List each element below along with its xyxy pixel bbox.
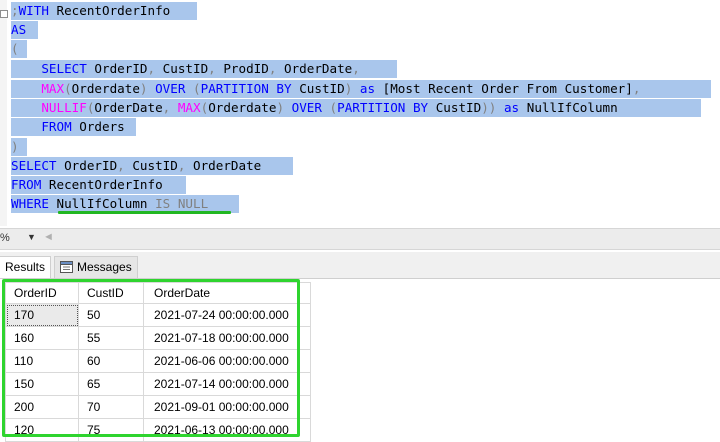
- tab-messages[interactable]: Messages: [54, 256, 138, 278]
- code-token: ): [276, 100, 285, 115]
- code-line[interactable]: ;WITH RecentOrderInfo: [11, 2, 197, 20]
- code-token: RecentOrderInfo: [48, 3, 171, 18]
- code-token: Orderdate: [71, 81, 140, 96]
- zoom-level[interactable]: %: [0, 232, 10, 244]
- scroll-left-icon[interactable]: ◄: [43, 231, 54, 243]
- code-token: CustID: [428, 100, 482, 115]
- code-token: Orders: [71, 119, 125, 134]
- tab-messages-label: Messages: [77, 260, 132, 274]
- editor-gutter: [0, 0, 8, 226]
- code-token: MAX: [170, 100, 201, 115]
- sql-editor[interactable]: ;WITH RecentOrderInfo AS ( SELECT OrderID,…: [0, 0, 720, 226]
- code-token: WITH: [18, 3, 49, 18]
- code-token: PARTITION BY: [200, 81, 292, 96]
- code-token: OVER: [284, 100, 330, 115]
- code-token: CustID: [291, 81, 345, 96]
- code-token: OrderID: [56, 158, 118, 173]
- code-token: FROM: [11, 177, 42, 192]
- selection-highlight: (: [11, 40, 27, 58]
- code-token: (: [193, 81, 201, 96]
- code-token: SELECT: [11, 158, 57, 173]
- tab-results[interactable]: Results: [0, 256, 52, 278]
- code-token: (: [11, 41, 19, 56]
- code-token: ProdID: [215, 61, 269, 76]
- code-token: NullIfColumn: [48, 196, 156, 211]
- code-line[interactable]: (: [11, 40, 27, 58]
- code-line[interactable]: AS: [11, 21, 38, 39]
- code-token: ,: [117, 158, 125, 173]
- code-token: FROM: [11, 119, 72, 134]
- code-token: OrderDate: [276, 61, 353, 76]
- code-token: ,: [632, 81, 641, 96]
- results-tabbar: Results Messages: [0, 252, 720, 279]
- code-token: )): [481, 100, 497, 115]
- code-token: ,: [208, 61, 216, 76]
- selection-highlight: FROM RecentOrderInfo: [11, 176, 186, 194]
- code-token: as: [496, 100, 527, 115]
- code-token: (: [64, 81, 72, 96]
- code-token: as: [352, 81, 383, 96]
- code-token: ): [11, 139, 19, 154]
- code-token: AS: [11, 22, 27, 37]
- selection-highlight: MAX(Orderdate) OVER (PARTITION BY CustID…: [11, 80, 711, 98]
- code-token: ,: [147, 61, 156, 76]
- code-line[interactable]: FROM RecentOrderInfo: [11, 176, 186, 194]
- selection-highlight: AS: [11, 21, 38, 39]
- collapse-icon[interactable]: [0, 10, 8, 18]
- highlight-underline: [58, 211, 231, 214]
- code-line[interactable]: MAX(Orderdate) OVER (PARTITION BY CustID…: [11, 80, 711, 98]
- code-token: OrderID: [86, 61, 148, 76]
- code-token: OrderDate: [185, 158, 262, 173]
- code-token: MAX: [11, 81, 65, 96]
- editor-status-bar: % ▼ ◄: [0, 228, 720, 250]
- code-token: (: [329, 100, 338, 115]
- code-token: IS NULL: [155, 196, 209, 211]
- selection-highlight: SELECT OrderID, CustID, OrderDate: [11, 157, 293, 175]
- selection-highlight: ;WITH RecentOrderInfo: [11, 2, 197, 20]
- code-token: ;: [11, 3, 19, 18]
- code-line[interactable]: SELECT OrderID, CustID, OrderDate: [11, 157, 293, 175]
- selection-highlight: SELECT OrderID, CustID, ProdID, OrderDat…: [11, 60, 397, 78]
- code-line[interactable]: FROM Orders: [11, 118, 136, 136]
- chevron-down-icon[interactable]: ▼: [27, 232, 36, 242]
- code-token: ): [139, 81, 148, 96]
- code-token: CustID: [124, 158, 178, 173]
- code-token: NullIfColumn: [526, 100, 618, 115]
- code-token: OrderDate: [94, 100, 163, 115]
- selection-highlight: ): [11, 138, 27, 156]
- selection-highlight: FROM Orders: [11, 118, 136, 136]
- code-token: ,: [352, 61, 360, 76]
- code-token: SELECT: [11, 61, 87, 76]
- messages-icon: [60, 261, 73, 273]
- code-line[interactable]: SELECT OrderID, CustID, ProdID, OrderDat…: [11, 60, 397, 78]
- code-token: RecentOrderInfo: [41, 177, 163, 192]
- code-token: WHERE: [11, 196, 49, 211]
- code-token: [Most Recent Order From Customer]: [382, 81, 633, 96]
- code-token: CustID: [155, 61, 209, 76]
- code-token: Orderdate: [208, 100, 277, 115]
- code-line[interactable]: NULLIF(OrderDate, MAX(Orderdate) OVER (P…: [11, 99, 701, 117]
- code-line[interactable]: ): [11, 138, 27, 156]
- selection-highlight: NULLIF(OrderDate, MAX(Orderdate) OVER (P…: [11, 99, 701, 117]
- code-token: OVER: [147, 81, 194, 96]
- code-token: NULLIF: [11, 100, 87, 115]
- tab-results-label: Results: [5, 260, 46, 274]
- results-highlight-box: [2, 279, 300, 437]
- code-token: PARTITION BY: [337, 100, 429, 115]
